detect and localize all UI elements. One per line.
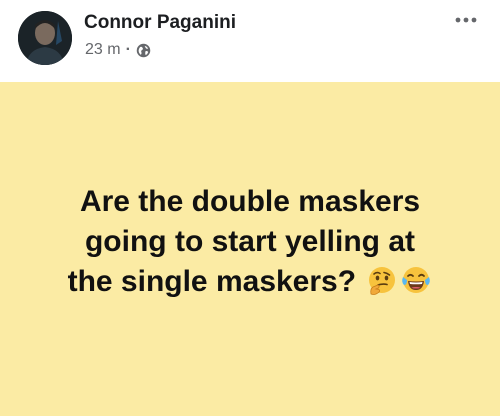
meta-separator: · bbox=[125, 41, 131, 58]
post-meta: 23 m · bbox=[85, 41, 151, 59]
post-text-line-2: going to start yelling at bbox=[84, 225, 415, 258]
post-text-line-3-wrap: the single maskers? bbox=[0, 262, 500, 302]
post-text-line-3: the single maskers? bbox=[67, 265, 357, 298]
post-text: Are the double maskers going to start ye… bbox=[0, 182, 500, 302]
author-name[interactable]: Connor Paganini bbox=[84, 12, 236, 34]
globe-icon[interactable] bbox=[136, 43, 151, 58]
thinking-face-icon bbox=[366, 265, 398, 297]
avatar[interactable] bbox=[18, 11, 72, 65]
post-header: Connor Paganini 23 m · bbox=[0, 0, 500, 82]
post-background: Are the double maskers going to start ye… bbox=[0, 82, 500, 416]
post-timestamp[interactable]: 23 m bbox=[85, 41, 121, 59]
post-text-line-1: Are the double maskers bbox=[79, 185, 421, 218]
tears-of-joy-icon bbox=[400, 265, 432, 297]
more-options-button[interactable] bbox=[448, 8, 484, 32]
more-options-icon bbox=[455, 17, 477, 23]
avatar-photo-icon bbox=[18, 11, 72, 65]
